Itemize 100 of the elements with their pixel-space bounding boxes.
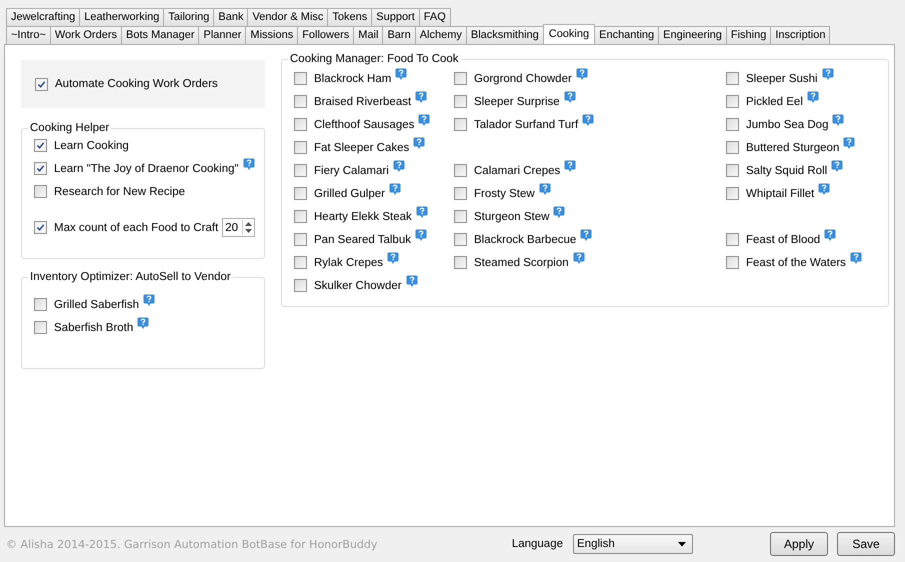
help-icon[interactable] — [806, 91, 819, 104]
help-icon[interactable] — [824, 229, 836, 242]
help-icon[interactable] — [553, 206, 566, 219]
checkbox[interactable] — [34, 221, 47, 234]
checkbox[interactable] — [454, 256, 467, 269]
help-icon[interactable] — [572, 252, 585, 265]
checkbox[interactable] — [34, 185, 47, 198]
checkbox[interactable] — [726, 164, 739, 177]
checkbox[interactable] — [294, 187, 307, 200]
checkbox[interactable] — [454, 210, 467, 223]
checkbox-label: Clefthoof Sausages — [314, 118, 414, 130]
checkbox[interactable] — [34, 298, 47, 311]
tab[interactable]: Vendor & Misc — [247, 8, 328, 26]
help-icon[interactable] — [415, 91, 428, 104]
number-spinner[interactable]: 20 — [222, 218, 256, 237]
help-icon[interactable] — [832, 114, 844, 127]
checkbox[interactable] — [34, 139, 47, 152]
help-icon[interactable] — [564, 160, 576, 173]
tab[interactable]: Followers — [297, 26, 354, 44]
checkbox[interactable] — [726, 256, 739, 269]
help-icon[interactable] — [818, 183, 830, 196]
tab[interactable]: Inscription — [770, 26, 830, 44]
checkbox[interactable] — [454, 95, 467, 108]
tab[interactable]: Jewelcrafting — [6, 8, 80, 26]
tab[interactable]: FAQ — [418, 8, 451, 26]
tab[interactable]: ~Intro~ — [6, 26, 51, 44]
help-icon[interactable] — [388, 183, 401, 196]
tab[interactable]: Mail — [353, 26, 384, 44]
help-icon[interactable] — [414, 229, 427, 242]
help-icon[interactable] — [538, 183, 551, 196]
help-icon[interactable] — [242, 158, 255, 171]
checkbox[interactable] — [294, 256, 307, 269]
checkbox[interactable] — [726, 141, 739, 154]
language-label: Language — [512, 538, 563, 550]
tab[interactable]: Blacksmithing — [466, 26, 544, 44]
checkbox[interactable] — [454, 164, 467, 177]
language-dropdown[interactable]: English — [573, 534, 693, 554]
group-title: Cooking Helper — [29, 122, 110, 134]
checkbox[interactable] — [294, 210, 307, 223]
help-icon[interactable] — [406, 275, 418, 288]
checkbox[interactable] — [726, 118, 739, 131]
help-icon[interactable] — [564, 91, 576, 104]
checkbox-label: Steamed Scorpion — [474, 256, 569, 268]
tab[interactable]: Leatherworking — [79, 8, 164, 26]
tab[interactable]: Planner — [198, 26, 246, 44]
checkbox[interactable] — [294, 95, 307, 108]
tab[interactable]: Tailoring — [163, 8, 214, 26]
checkbox[interactable] — [454, 233, 467, 246]
checkbox[interactable] — [294, 72, 307, 85]
help-icon[interactable] — [843, 137, 856, 150]
checkbox[interactable] — [726, 72, 739, 85]
help-icon[interactable] — [137, 317, 150, 330]
tab[interactable]: Engineering — [658, 26, 727, 44]
help-icon[interactable] — [580, 229, 592, 242]
checkbox-label: Grilled Saberfish — [54, 298, 140, 310]
tab[interactable]: Enchanting — [594, 26, 660, 44]
help-icon[interactable] — [831, 160, 844, 173]
help-icon[interactable] — [143, 294, 156, 307]
checkbox-label: Skulker Chowder — [314, 280, 402, 292]
help-icon[interactable] — [392, 160, 405, 173]
help-icon[interactable] — [822, 68, 834, 81]
tab[interactable]: Bots Manager — [121, 26, 200, 44]
spin-up-icon[interactable] — [245, 222, 252, 226]
tab[interactable]: Cooking — [542, 24, 596, 44]
checkbox[interactable] — [294, 233, 307, 246]
action-button[interactable]: Apply — [770, 532, 828, 556]
checkbox-label: Research for New Recipe — [54, 186, 186, 198]
checkbox[interactable] — [35, 78, 48, 90]
checkbox[interactable] — [294, 118, 307, 131]
help-icon[interactable] — [418, 114, 430, 127]
checkbox[interactable] — [454, 118, 467, 131]
checkbox[interactable] — [294, 279, 307, 292]
tab[interactable]: Tokens — [327, 8, 372, 26]
tab[interactable]: Missions — [245, 26, 298, 44]
tab[interactable]: Fishing — [726, 26, 772, 44]
spin-down-icon[interactable] — [245, 229, 252, 233]
checkbox[interactable] — [294, 164, 307, 177]
tab[interactable]: Support — [371, 8, 420, 26]
help-icon[interactable] — [850, 252, 862, 265]
tab[interactable]: Alchemy — [414, 26, 467, 44]
checkbox[interactable] — [726, 187, 739, 200]
checkbox[interactable] — [34, 321, 47, 334]
action-button[interactable]: Save — [837, 532, 895, 556]
checkbox[interactable] — [454, 72, 467, 85]
checkbox[interactable] — [34, 162, 47, 175]
checkbox[interactable] — [294, 141, 307, 154]
checkbox[interactable] — [726, 95, 739, 108]
checkbox[interactable] — [454, 187, 467, 200]
help-icon[interactable] — [576, 68, 588, 81]
checkbox[interactable] — [726, 233, 739, 246]
help-icon[interactable] — [416, 206, 428, 219]
checkbox-label: Automate Cooking Work Orders — [55, 78, 218, 90]
help-icon[interactable] — [395, 68, 408, 81]
help-icon[interactable] — [387, 252, 400, 265]
help-icon[interactable] — [582, 114, 594, 127]
tab[interactable]: Work Orders — [50, 26, 122, 44]
help-icon[interactable] — [413, 137, 426, 150]
tab[interactable]: Bank — [213, 8, 248, 26]
tab[interactable]: Barn — [382, 26, 416, 44]
checkbox-label: Buttered Sturgeon — [746, 142, 840, 154]
